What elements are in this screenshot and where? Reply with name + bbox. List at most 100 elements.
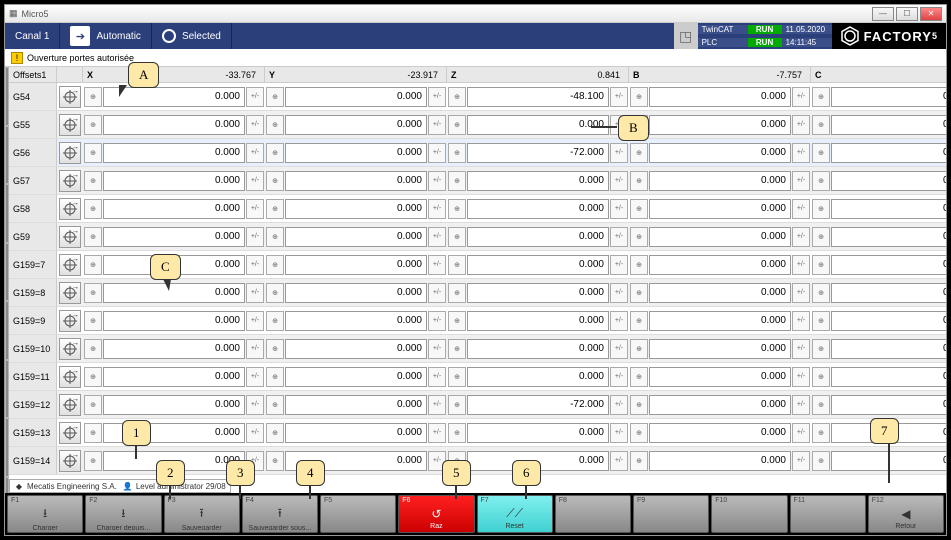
axis-adjust-button[interactable]: +/- bbox=[428, 87, 446, 107]
offset-value-input[interactable] bbox=[467, 339, 609, 359]
axis-target-icon[interactable]: ⊕ bbox=[84, 87, 102, 107]
offset-value-input[interactable] bbox=[467, 171, 609, 191]
axis-adjust-button[interactable]: +/- bbox=[246, 227, 264, 247]
axis-adjust-button[interactable]: +/- bbox=[246, 255, 264, 275]
axis-adjust-button[interactable]: +/- bbox=[246, 339, 264, 359]
offset-row[interactable]: G55→ ⊕ +/- ⊕ +/- ⊕ +/- ⊕ +/- ⊕ +/- bbox=[9, 111, 946, 139]
axis-target-icon[interactable]: ⊕ bbox=[630, 255, 648, 275]
axis-target-icon[interactable]: ⊕ bbox=[630, 171, 648, 191]
maximize-button[interactable]: ☐ bbox=[896, 7, 918, 21]
offset-value-input[interactable] bbox=[649, 87, 791, 107]
axis-target-icon[interactable]: ⊕ bbox=[448, 311, 466, 331]
axis-target-icon[interactable]: ⊕ bbox=[266, 171, 284, 191]
axis-target-icon[interactable]: ⊕ bbox=[812, 311, 830, 331]
fkey-f7[interactable]: F7 ⟋⟋ Reset bbox=[477, 495, 553, 533]
axis-target-icon[interactable]: ⊕ bbox=[812, 143, 830, 163]
axis-target-icon[interactable]: ⊕ bbox=[812, 451, 830, 471]
axis-adjust-button[interactable]: +/- bbox=[610, 255, 628, 275]
offset-value-input[interactable] bbox=[649, 115, 791, 135]
axis-adjust-button[interactable]: +/- bbox=[792, 339, 810, 359]
axis-target-icon[interactable]: ⊕ bbox=[630, 367, 648, 387]
offset-value-input[interactable] bbox=[103, 339, 245, 359]
axis-adjust-button[interactable]: +/- bbox=[246, 87, 264, 107]
offset-value-input[interactable] bbox=[831, 227, 946, 247]
row-set-button[interactable]: → bbox=[59, 170, 81, 192]
minimize-button[interactable]: — bbox=[872, 7, 894, 21]
side-button-l6[interactable] bbox=[6, 361, 8, 418]
row-set-button[interactable]: → bbox=[59, 422, 81, 444]
offset-value-input[interactable] bbox=[831, 171, 946, 191]
axis-target-icon[interactable]: ⊕ bbox=[84, 143, 102, 163]
axis-adjust-button[interactable]: +/- bbox=[246, 143, 264, 163]
offset-value-input[interactable] bbox=[649, 199, 791, 219]
offset-value-input[interactable] bbox=[103, 199, 245, 219]
axis-adjust-button[interactable]: +/- bbox=[610, 451, 628, 471]
fkey-f6[interactable]: F6 ↺ Raz bbox=[398, 495, 474, 533]
axis-target-icon[interactable]: ⊕ bbox=[84, 451, 102, 471]
offset-value-input[interactable] bbox=[649, 171, 791, 191]
axis-adjust-button[interactable]: +/- bbox=[792, 87, 810, 107]
axis-target-icon[interactable]: ⊕ bbox=[812, 283, 830, 303]
axis-adjust-button[interactable]: +/- bbox=[792, 171, 810, 191]
axis-adjust-button[interactable]: +/- bbox=[610, 339, 628, 359]
offset-row[interactable]: G159=11→ ⊕ +/- ⊕ +/- ⊕ +/- ⊕ +/- ⊕ +/- bbox=[9, 363, 946, 391]
axis-target-icon[interactable]: ⊕ bbox=[448, 395, 466, 415]
axis-target-icon[interactable]: ⊕ bbox=[448, 367, 466, 387]
axis-target-icon[interactable]: ⊕ bbox=[812, 199, 830, 219]
offset-value-input[interactable] bbox=[467, 115, 609, 135]
axis-target-icon[interactable]: ⊕ bbox=[448, 227, 466, 247]
axis-target-icon[interactable]: ⊕ bbox=[266, 143, 284, 163]
axis-adjust-button[interactable]: +/- bbox=[792, 283, 810, 303]
axis-target-icon[interactable]: ⊕ bbox=[630, 395, 648, 415]
axis-adjust-button[interactable]: +/- bbox=[792, 423, 810, 443]
axis-target-icon[interactable]: ⊕ bbox=[84, 115, 102, 135]
offset-row[interactable]: G159=9→ ⊕ +/- ⊕ +/- ⊕ +/- ⊕ +/- ⊕ +/- bbox=[9, 307, 946, 335]
axis-target-icon[interactable]: ⊕ bbox=[630, 199, 648, 219]
axis-adjust-button[interactable]: +/- bbox=[610, 311, 628, 331]
offset-value-input[interactable] bbox=[467, 283, 609, 303]
axis-adjust-button[interactable]: +/- bbox=[428, 395, 446, 415]
offset-value-input[interactable] bbox=[285, 171, 427, 191]
side-button-l1[interactable] bbox=[6, 68, 8, 125]
axis-adjust-button[interactable]: +/- bbox=[610, 227, 628, 247]
offset-value-input[interactable] bbox=[103, 115, 245, 135]
offset-row[interactable]: G59→ ⊕ +/- ⊕ +/- ⊕ +/- ⊕ +/- ⊕ +/- bbox=[9, 223, 946, 251]
axis-target-icon[interactable]: ⊕ bbox=[84, 227, 102, 247]
offset-value-input[interactable] bbox=[467, 255, 609, 275]
offset-value-input[interactable] bbox=[467, 367, 609, 387]
axis-target-icon[interactable]: ⊕ bbox=[812, 423, 830, 443]
offset-row[interactable]: G159=12→ ⊕ +/- ⊕ +/- ⊕ +/- ⊕ +/- ⊕ +/- bbox=[9, 391, 946, 419]
axis-adjust-button[interactable]: +/- bbox=[246, 367, 264, 387]
axis-target-icon[interactable]: ⊕ bbox=[630, 451, 648, 471]
axis-target-icon[interactable]: ⊕ bbox=[448, 143, 466, 163]
axis-adjust-button[interactable]: +/- bbox=[792, 199, 810, 219]
offset-value-input[interactable] bbox=[831, 87, 946, 107]
offset-value-input[interactable] bbox=[103, 367, 245, 387]
axis-target-icon[interactable]: ⊕ bbox=[266, 115, 284, 135]
axis-target-icon[interactable]: ⊕ bbox=[812, 395, 830, 415]
axis-adjust-button[interactable]: +/- bbox=[428, 171, 446, 191]
axis-target-icon[interactable]: ⊕ bbox=[448, 115, 466, 135]
grid-body[interactable]: G54→ ⊕ +/- ⊕ +/- ⊕ +/- ⊕ +/- ⊕ +/- G55→ … bbox=[9, 83, 946, 535]
row-set-button[interactable]: → bbox=[59, 114, 81, 136]
offset-value-input[interactable] bbox=[103, 395, 245, 415]
fkey-f2[interactable]: F2 ⭳ Charger depuis... bbox=[85, 495, 161, 533]
state-segment[interactable]: Selected bbox=[152, 23, 232, 49]
axis-target-icon[interactable]: ⊕ bbox=[84, 199, 102, 219]
offset-row[interactable]: G57→ ⊕ +/- ⊕ +/- ⊕ +/- ⊕ +/- ⊕ +/- bbox=[9, 167, 946, 195]
offset-value-input[interactable] bbox=[649, 255, 791, 275]
offset-value-input[interactable] bbox=[103, 283, 245, 303]
offset-row[interactable]: G159=10→ ⊕ +/- ⊕ +/- ⊕ +/- ⊕ +/- ⊕ +/- bbox=[9, 335, 946, 363]
row-set-button[interactable]: → bbox=[59, 226, 81, 248]
axis-target-icon[interactable]: ⊕ bbox=[630, 423, 648, 443]
axis-target-icon[interactable]: ⊕ bbox=[630, 311, 648, 331]
axis-adjust-button[interactable]: +/- bbox=[428, 367, 446, 387]
axis-adjust-button[interactable]: +/- bbox=[792, 311, 810, 331]
offset-row[interactable]: G58→ ⊕ +/- ⊕ +/- ⊕ +/- ⊕ +/- ⊕ +/- bbox=[9, 195, 946, 223]
offset-value-input[interactable] bbox=[467, 423, 609, 443]
axis-target-icon[interactable]: ⊕ bbox=[812, 339, 830, 359]
row-set-button[interactable]: → bbox=[59, 338, 81, 360]
row-set-button[interactable]: → bbox=[59, 86, 81, 108]
offset-value-input[interactable] bbox=[285, 199, 427, 219]
offset-value-input[interactable] bbox=[103, 143, 245, 163]
